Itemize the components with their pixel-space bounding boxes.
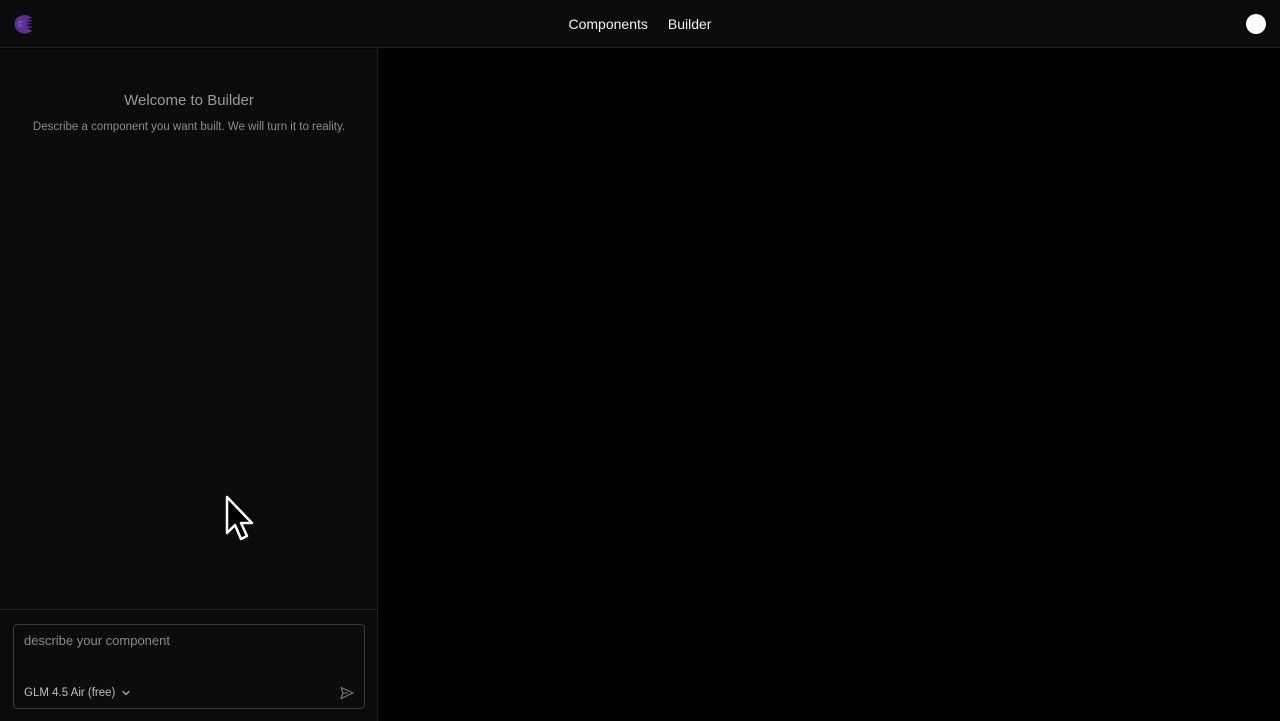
model-selector-label: GLM 4.5 Air (free) (24, 687, 116, 699)
builder-chat-panel: Welcome to Builder Describe a component … (0, 49, 378, 721)
model-selector[interactable]: GLM 4.5 Air (free) (24, 685, 131, 701)
mouse-pointer-icon (224, 495, 258, 543)
brand-logo-icon[interactable] (12, 12, 36, 36)
user-avatar[interactable] (1246, 14, 1266, 34)
send-icon (339, 686, 355, 705)
nav-link-components[interactable]: Components (569, 16, 648, 32)
welcome-title: Welcome to Builder (124, 92, 254, 109)
nav-link-builder[interactable]: Builder (668, 16, 712, 32)
send-button[interactable] (339, 685, 355, 701)
prompt-input[interactable] (24, 633, 354, 673)
prompt-composer: GLM 4.5 Air (free) (13, 624, 365, 709)
preview-canvas (379, 49, 1280, 721)
top-navbar: Components Builder (0, 0, 1280, 48)
welcome-subtitle: Describe a component you want built. We … (32, 121, 346, 133)
composer-divider (0, 609, 378, 610)
main-nav: Components Builder (0, 0, 1280, 48)
chevron-down-icon (121, 688, 131, 698)
